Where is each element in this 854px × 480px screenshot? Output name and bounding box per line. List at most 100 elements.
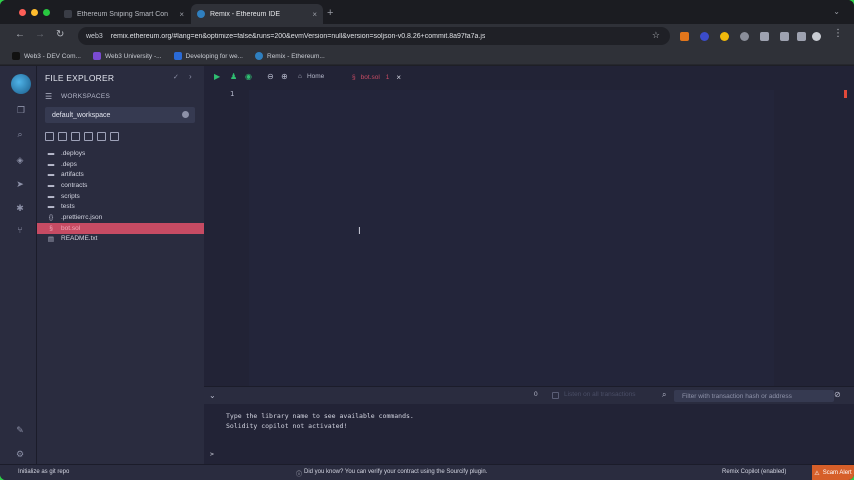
tree-item-label: tests bbox=[61, 203, 75, 211]
forward-arrow-icon[interactable]: → bbox=[35, 29, 45, 40]
sidepanel-icon[interactable] bbox=[797, 32, 806, 41]
folder-icon: ▬ bbox=[47, 203, 55, 211]
tree-item-label: scripts bbox=[61, 192, 80, 200]
upload-file-icon[interactable] bbox=[71, 132, 80, 141]
folder-icon: ▬ bbox=[47, 149, 55, 157]
plugin-manager-icon[interactable]: ✎ bbox=[14, 424, 26, 436]
extension-icon[interactable] bbox=[720, 32, 729, 41]
scam-alert-button[interactable]: ⚠ Scam Alert bbox=[812, 465, 854, 480]
bookmark-item[interactable]: Web3 - DEV Com... bbox=[12, 52, 81, 60]
listen-checkbox[interactable] bbox=[552, 392, 559, 399]
tree-file-readme[interactable]: ▤ README.txt bbox=[37, 234, 204, 245]
tree-item-label: contracts bbox=[61, 181, 88, 189]
address-site-chip: web3 bbox=[86, 32, 103, 40]
profile-avatar-icon[interactable] bbox=[812, 32, 821, 41]
git-init-status[interactable]: Initialize as git repo bbox=[18, 469, 69, 475]
copilot-status[interactable]: Remix Copilot (enabled) bbox=[722, 469, 786, 475]
debugger-icon[interactable]: ✱ bbox=[14, 202, 26, 214]
text-cursor-icon: I bbox=[358, 226, 361, 237]
folder-icon: ▬ bbox=[47, 171, 55, 179]
page-favicon-icon bbox=[64, 10, 72, 18]
bookmark-star-icon[interactable]: ☆ bbox=[652, 30, 660, 41]
close-window-button[interactable] bbox=[19, 9, 26, 16]
bookmark-label: Web3 University -... bbox=[104, 52, 162, 60]
ai-copilot-icon[interactable]: ♟ bbox=[230, 72, 237, 81]
terminal-prompt[interactable]: > bbox=[210, 450, 214, 458]
minimize-window-button[interactable] bbox=[31, 9, 38, 16]
browser-tab-sniping[interactable]: Ethereum Sniping Smart Con × bbox=[58, 4, 190, 24]
settings-gear-icon[interactable]: ⚙ bbox=[14, 448, 26, 460]
tab-bot-sol[interactable]: § bot.sol 1 × bbox=[352, 73, 401, 82]
code-editor[interactable]: 1 ⌄ bbox=[204, 90, 847, 386]
solidity-file-icon: § bbox=[352, 74, 356, 81]
bookmark-item[interactable]: Web3 University -... bbox=[92, 52, 162, 60]
tree-folder-deps[interactable]: ▬ .deps bbox=[37, 159, 204, 170]
back-arrow-icon[interactable]: ← bbox=[15, 29, 25, 40]
maximize-window-button[interactable] bbox=[43, 9, 50, 16]
workspace-status-icon bbox=[182, 111, 189, 118]
remix-logo-icon[interactable] bbox=[11, 74, 31, 94]
tree-folder-tests[interactable]: ▬ tests bbox=[37, 201, 204, 212]
file-actions bbox=[45, 132, 119, 141]
zoom-in-icon[interactable]: ⊕ bbox=[281, 72, 288, 81]
terminal-filter-input[interactable]: Filter with transaction hash or address bbox=[674, 390, 834, 402]
listen-label: Listen on all transactions bbox=[564, 391, 636, 398]
developing-favicon-icon bbox=[173, 52, 182, 60]
new-tab-button[interactable]: + bbox=[327, 7, 333, 19]
tree-folder-artifacts[interactable]: ▬ artifacts bbox=[37, 169, 204, 180]
link-icon[interactable] bbox=[110, 132, 119, 141]
tree-folder-scripts[interactable]: ▬ scripts bbox=[37, 191, 204, 202]
new-folder-icon[interactable] bbox=[58, 132, 67, 141]
collapse-terminal-icon[interactable]: ⌄ bbox=[209, 391, 216, 400]
zoom-out-icon[interactable]: ⊖ bbox=[267, 72, 274, 81]
tree-folder-contracts[interactable]: ▬ contracts bbox=[37, 180, 204, 191]
tab-search-chevron-icon[interactable]: ⌄ bbox=[833, 7, 840, 16]
file-explorer-icon[interactable]: ❐ bbox=[15, 104, 27, 116]
collapse-panel-icon[interactable]: › bbox=[189, 72, 192, 81]
tree-folder-deploys[interactable]: ▬ .deploys bbox=[37, 148, 204, 159]
extension-icon[interactable] bbox=[700, 32, 709, 41]
github-icon[interactable] bbox=[97, 132, 106, 141]
tab-home[interactable]: ⌂ Home bbox=[298, 73, 324, 80]
metamask-extension-icon[interactable] bbox=[680, 32, 689, 41]
file-explorer-panel: FILE EXPLORER ✓ › ☰ WORKSPACES default_w… bbox=[37, 66, 204, 464]
folder-icon: ▬ bbox=[47, 181, 55, 189]
web3-university-favicon-icon bbox=[92, 52, 101, 60]
tree-file-prettierrc[interactable]: {} .prettierrc.json bbox=[37, 212, 204, 223]
tab-label: bot.sol bbox=[360, 74, 380, 81]
terminal-output[interactable]: Type the library name to see available c… bbox=[204, 404, 854, 464]
solidity-compiler-icon[interactable]: ◈ bbox=[14, 154, 26, 166]
extension-icon[interactable] bbox=[740, 32, 749, 41]
address-bar[interactable]: web3 remix.ethereum.org/#lang=en&optimiz… bbox=[78, 27, 670, 45]
terminal-line: Type the library name to see available c… bbox=[226, 412, 414, 420]
run-script-icon[interactable]: ▶ bbox=[214, 72, 220, 81]
workspace-menu-icon[interactable]: ☰ bbox=[45, 92, 52, 101]
json-file-icon: {} bbox=[48, 213, 54, 221]
tip-icon: ⓘ bbox=[296, 472, 303, 478]
tree-item-label: .deploys bbox=[61, 149, 86, 157]
editor-content[interactable] bbox=[249, 90, 774, 386]
workspace-dropdown[interactable]: default_workspace bbox=[45, 107, 195, 123]
workspaces-label: WORKSPACES bbox=[61, 93, 111, 100]
git-icon[interactable]: ⑂ bbox=[14, 224, 26, 236]
reload-icon[interactable]: ↻ bbox=[56, 29, 64, 40]
extension-icon[interactable] bbox=[760, 32, 769, 41]
browser-menu-icon[interactable]: ⋮ bbox=[833, 28, 843, 39]
copilot-toggle-icon[interactable]: ◉ bbox=[245, 72, 252, 81]
upload-folder-icon[interactable] bbox=[84, 132, 93, 141]
bookmark-item[interactable]: Developing for we... bbox=[173, 52, 243, 60]
file-tree: ▬ .deploys ▬ .deps ▬ artifacts ▬ contracts ▬… bbox=[37, 148, 204, 244]
extensions-puzzle-icon[interactable] bbox=[780, 32, 789, 41]
new-file-icon[interactable] bbox=[45, 132, 54, 141]
bookmark-item[interactable]: Remix - Ethereum... bbox=[255, 52, 325, 60]
editor-gutter: 1 bbox=[204, 90, 249, 386]
close-tab-icon[interactable]: × bbox=[179, 10, 184, 19]
search-icon[interactable]: ⌕ bbox=[14, 128, 26, 140]
tree-file-bot-sol[interactable]: § bot.sol bbox=[37, 222, 204, 234]
clear-terminal-icon[interactable]: ⊘ bbox=[834, 390, 841, 399]
browser-tab-remix[interactable]: Remix - Ethereum IDE × bbox=[191, 4, 323, 24]
close-tab-icon[interactable]: × bbox=[396, 73, 401, 82]
close-tab-icon[interactable]: × bbox=[312, 10, 317, 19]
panel-title: FILE EXPLORER bbox=[45, 73, 115, 83]
deploy-run-icon[interactable]: ➤ bbox=[14, 178, 26, 190]
